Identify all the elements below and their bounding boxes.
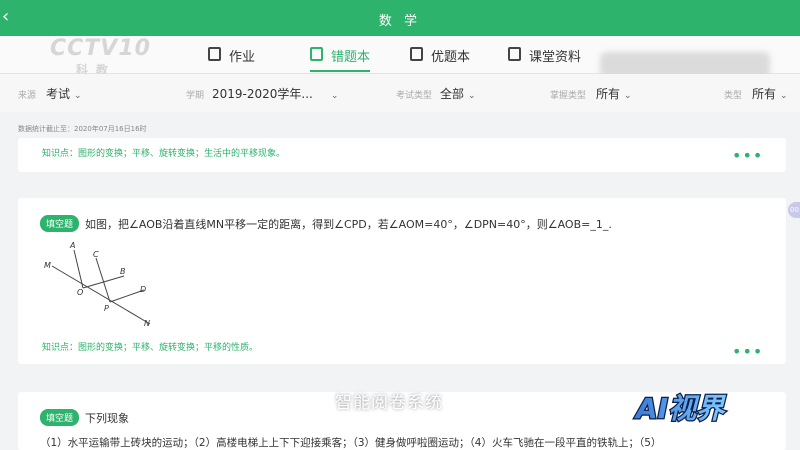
homework-icon [208,47,221,61]
more-options-icon[interactable]: ••• [732,344,763,360]
mistakes-book-icon [310,47,323,61]
knowledge-points: 知识点：图形的变换；平移、旋转变换；平移的性质。 [42,343,259,353]
ai-vision-text: AI视界 [634,392,726,425]
label-n: N [144,319,150,328]
tab-homework-label: 作业 [229,50,256,65]
question-type-badge: 填空题 [40,409,80,426]
filter-category-label: 掌握类型 [550,91,587,101]
question-card[interactable]: 填空题 如图，把∠AOB沿着直线MN平移一定的距离，得到∠CPD，若∠AOM=40… [18,198,786,364]
chevron-down-icon: ⌄ [624,91,632,101]
question-body: （1）水平运输带上砖块的运动；（2）高楼电梯上上下下迎接乘客；（3）健身做呼啦圈… [40,437,662,449]
ray-pd [109,289,145,303]
filter-source-value: 考试 [46,87,71,101]
more-options-icon[interactable]: ••• [732,148,763,164]
chevron-down-icon: ⌄ [74,91,82,101]
ai-vision-logo: AI视界 [633,391,728,427]
filter-source-label: 来源 [18,91,37,101]
filter-type-value: 所有 [752,87,777,101]
caption-overlay: 智能阅卷系统 [335,393,443,413]
good-questions-icon [410,47,423,61]
tab-mistakes[interactable]: 错题本 [310,46,371,72]
filter-type-dropdown[interactable]: 所有 ⌄ [752,85,788,102]
tab-good-questions[interactable]: 优题本 [410,46,470,72]
label-b: B [120,267,126,276]
filter-bar: 来源 考试 ⌄ 学期 2019-2020学年... ⌄ 考试类型 全部 ⌄ 掌握类型 … [0,74,800,112]
tab-good-questions-label: 优题本 [431,50,471,65]
label-m: M [44,261,51,270]
label-c: C [93,250,99,259]
tab-mistakes-label: 错题本 [331,50,371,65]
filter-term-value: 2019-2020学年... [212,87,313,101]
chevron-down-icon: ⌄ [330,91,339,101]
logo-text: CCTV10 [50,36,151,61]
label-a: A [69,241,75,250]
ray-oa [73,249,84,289]
label-p: P [104,304,109,313]
filter-exam-type-label: 考试类型 [396,91,433,101]
question-line: 填空题 如图，把∠AOB沿着直线MN平移一定的距离，得到∠CPD，若∠AOM=40… [40,215,612,232]
filter-category-dropdown[interactable]: 所有 ⌄ [596,85,632,102]
tab-homework[interactable]: 作业 [208,46,255,72]
tab-class-materials[interactable]: 课堂资料 [508,46,581,72]
label-o: O [77,288,83,297]
filter-exam-type-dropdown[interactable]: 全部 ⌄ [440,85,476,102]
ray-pc [95,257,111,303]
filter-term-dropdown[interactable]: 2019-2020学年... ⌄ [212,85,338,102]
geometry-figure: A C M B O D P N [44,241,151,328]
filter-type-label: 类型 [724,91,743,101]
question-line: 填空题 下列现象 [40,409,129,426]
filter-category-value: 所有 [596,87,621,101]
page-title: 数 学 [378,14,422,29]
filter-source-dropdown[interactable]: 考试 ⌄ [46,85,82,102]
chevron-down-icon: ⌄ [468,91,476,101]
chevron-down-icon: ⌄ [780,91,788,101]
side-floating-badge[interactable]: 00 [788,202,800,218]
title-bar: ‹ 数 学 [0,0,800,36]
stats-timestamp: 数据统计截止至：2020年07月16日16时 [18,125,147,133]
question-text: 下列现象 [85,411,130,425]
filter-exam-type-value: 全部 [440,87,465,101]
question-card[interactable]: 知识点：图形的变换；平移、旋转变换；生活中的平移现象。 ••• [18,138,786,172]
class-materials-icon [508,47,521,61]
knowledge-points: 知识点：图形的变换；平移、旋转变换；生活中的平移现象。 [42,149,286,159]
question-type-badge: 填空题 [40,215,80,232]
question-text: 如图，把∠AOB沿着直线MN平移一定的距离，得到∠CPD，若∠AOM=40°，∠… [85,217,612,231]
tab-class-materials-label: 课堂资料 [529,50,582,65]
filter-term-label: 学期 [186,91,205,101]
label-d: D [140,285,146,294]
